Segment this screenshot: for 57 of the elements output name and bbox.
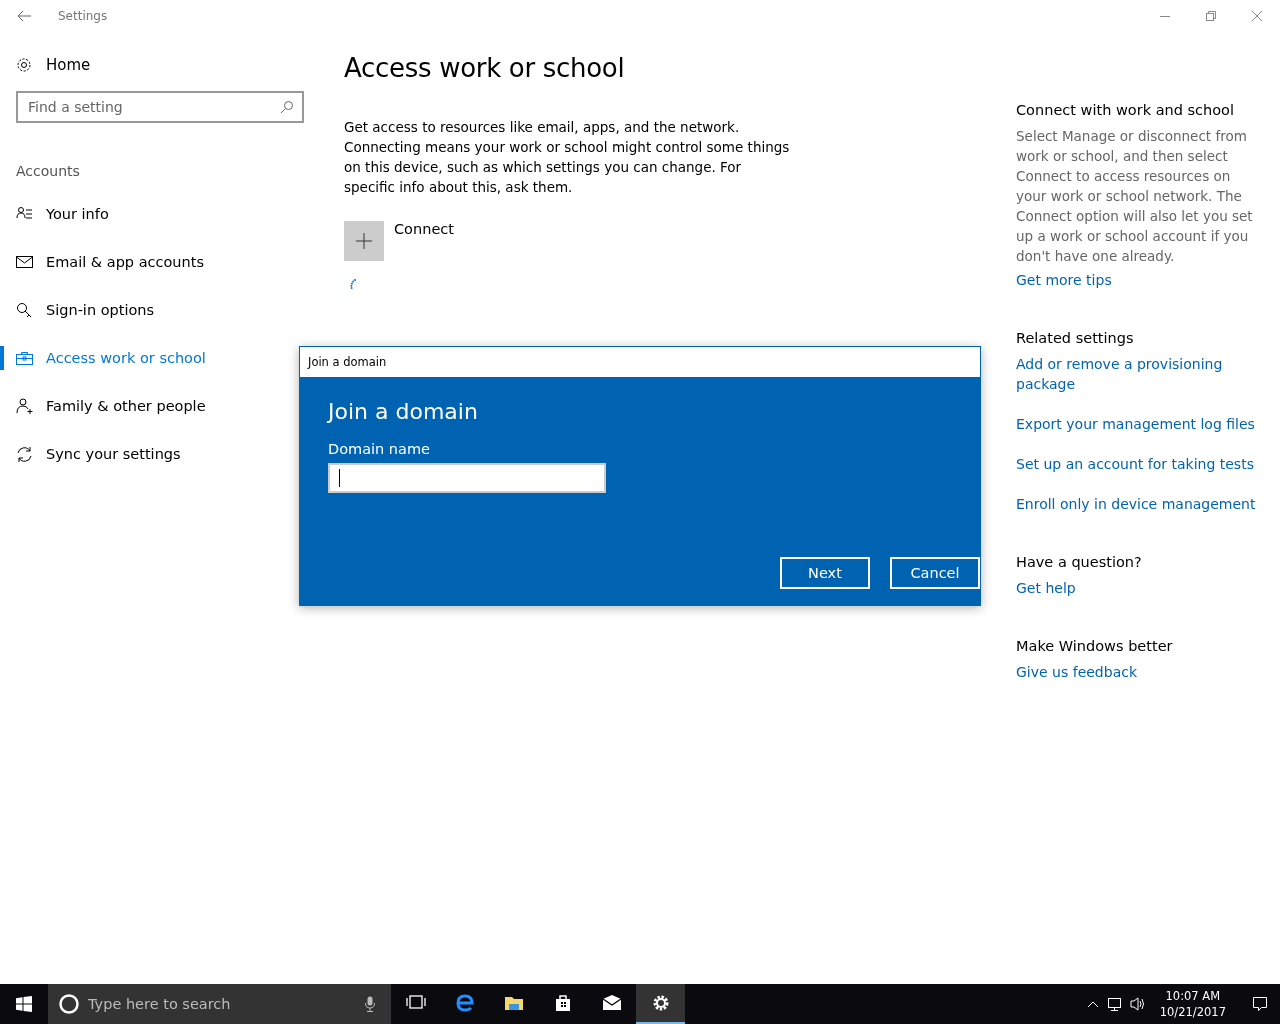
page-title: Access work or school	[344, 53, 626, 83]
loading-spinner-icon	[350, 279, 356, 289]
nav-item[interactable]: Sign-in options	[0, 286, 290, 334]
dialog-heading: Join a domain	[328, 399, 478, 424]
briefcase-icon	[16, 349, 33, 367]
help-link[interactable]: Get more tips	[1016, 270, 1112, 290]
nav-item[interactable]: Family & other people	[0, 382, 290, 430]
help-link[interactable]: Set up an account for taking tests	[1016, 454, 1254, 474]
help-link[interactable]: Give us feedback	[1016, 662, 1138, 682]
monitor-icon	[1106, 996, 1122, 1012]
search-field[interactable]: Find a setting	[16, 91, 304, 123]
cancel-button[interactable]: Cancel	[890, 557, 980, 589]
windows-logo-icon	[16, 996, 32, 1012]
domain-name-field[interactable]	[328, 463, 606, 493]
section-heading: Accounts	[16, 163, 81, 179]
plus-icon	[356, 233, 372, 249]
key-icon	[16, 301, 33, 319]
microphone-icon	[365, 996, 375, 1012]
nav-item[interactable]: Your info	[0, 190, 290, 238]
dialog-title: Join a domain	[300, 347, 980, 377]
description-text: Get access to resources like email, apps, and the network. Connecting means your work or school might control some things on this device, such as which settings you can change. For specific info about this, ask them.	[344, 118, 791, 197]
nav-item[interactable]: Access work or school	[0, 334, 290, 382]
text-cursor	[339, 469, 340, 487]
help-link[interactable]: Enroll only in device management	[1016, 494, 1256, 514]
field-label: Domain name	[328, 441, 430, 457]
gear-icon	[16, 57, 32, 73]
home-link[interactable]: Home	[16, 56, 91, 74]
nav-item[interactable]: Email & app accounts	[0, 238, 290, 286]
section-heading: Connect with work and school	[1016, 102, 1234, 118]
next-button[interactable]: Next	[780, 557, 870, 589]
close-icon	[1252, 11, 1262, 21]
section-heading: Related settings	[1016, 330, 1134, 346]
taskbar-search-field[interactable]: Type here to search	[48, 984, 391, 1024]
search-icon	[280, 100, 294, 114]
help-text: Select Manage or disconnect from work or school, and then select Connect to access resources on your work or school network. The Connect option will also let you set up a work or school account if you don't have one already.	[1016, 127, 1254, 266]
section-heading: Have a question?	[1016, 554, 1142, 570]
cortana-circle-icon	[58, 993, 80, 1015]
taskbar-app-button[interactable]	[636, 984, 685, 1024]
speech-bubble-icon	[1252, 996, 1268, 1012]
nav-item[interactable]: Sync your settings	[0, 430, 290, 478]
help-link[interactable]: Export your management log files	[1016, 414, 1255, 434]
window-title: Settings	[58, 9, 108, 23]
clock[interactable]: 10:07 AM 10/21/2017	[1153, 988, 1232, 1020]
speaker-icon	[1129, 996, 1146, 1012]
volume-button[interactable]	[1129, 996, 1146, 1012]
connect-button[interactable]: Connect	[344, 221, 454, 261]
help-link[interactable]: Get help	[1016, 578, 1076, 598]
browser-e-icon	[454, 993, 475, 1013]
help-link[interactable]: Add or remove a provisioning package	[1016, 354, 1256, 394]
mail-icon	[601, 993, 622, 1013]
envelope-icon	[16, 253, 33, 271]
sync-icon	[16, 445, 33, 463]
network-button[interactable]	[1106, 996, 1122, 1012]
restore-icon	[1206, 11, 1216, 21]
back-arrow-icon	[17, 10, 31, 22]
person-add-icon	[16, 397, 33, 415]
section-heading: Make Windows better	[1016, 638, 1173, 654]
